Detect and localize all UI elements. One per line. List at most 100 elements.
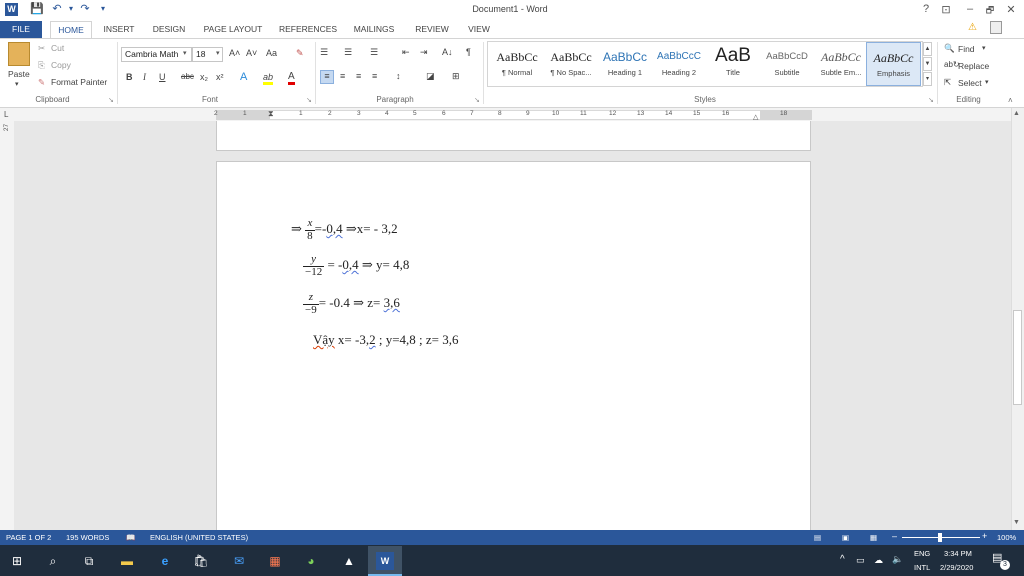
help-button[interactable]: ? (918, 3, 934, 15)
right-indent-icon[interactable]: △ (753, 113, 758, 121)
change-case-button[interactable]: Aa (266, 48, 277, 58)
select-dropdown-icon[interactable]: ▾ (985, 78, 989, 86)
read-mode-icon[interactable]: ▤ (814, 533, 821, 542)
indent-marker-icon[interactable]: ⧗ (268, 109, 274, 119)
undo-dropdown-icon[interactable]: ▾ (64, 2, 78, 16)
app-icon[interactable]: ▦ (266, 552, 284, 570)
web-layout-icon[interactable]: ▦ (870, 533, 877, 542)
italic-button[interactable]: I (143, 72, 146, 82)
tab-file[interactable]: FILE (0, 21, 42, 38)
store-icon[interactable]: 🛍 (192, 552, 210, 570)
center-icon[interactable]: ≡ (340, 71, 345, 81)
bullets-icon[interactable]: ☰ (320, 47, 328, 58)
multilevel-list-icon[interactable]: ☰ (370, 47, 378, 58)
show-formatting-marks-icon[interactable]: ¶ (466, 47, 471, 57)
task-view-icon[interactable]: ⧉ (80, 552, 98, 570)
close-button[interactable]: ✕ (1003, 3, 1019, 16)
font-size-dropdown-icon[interactable]: ▾ (216, 49, 220, 57)
conclusion-line[interactable]: Vậy x= -3,2 ; y=4,8 ; z= 3,6 (313, 332, 459, 348)
style-emphasis[interactable]: AaBbCc Emphasis (866, 42, 921, 86)
align-right-icon[interactable]: ≡ (356, 71, 361, 81)
tab-references[interactable]: REFERENCES (276, 21, 340, 38)
cut-button[interactable]: Cut (51, 43, 64, 53)
equation-line-x[interactable]: ⇒ x 8 =-0,4 ⇒x= - 3,2 (291, 217, 398, 242)
bold-button[interactable]: B (126, 72, 133, 82)
line-spacing-icon[interactable]: ↕ (396, 71, 401, 81)
photos-icon[interactable]: ▲ (340, 552, 358, 570)
superscript-button[interactable]: x² (216, 72, 224, 82)
redo-icon[interactable]: ↷ (78, 2, 92, 16)
document-area[interactable]: ⇒ x 8 =-0,4 ⇒x= - 3,2 y −12 = -0,4 ⇒ y= 4,8… (14, 121, 1011, 530)
word-count[interactable]: 195 WORDS (66, 533, 109, 542)
font-family-combo[interactable]: Cambria Math (121, 47, 192, 62)
ribbon-display-options-button[interactable]: ⊡ (938, 3, 954, 16)
shrink-font-button[interactable]: A˅ (246, 48, 257, 58)
equation-line-y[interactable]: y −12 = -0,4 ⇒ y= 4,8 (303, 253, 409, 278)
file-explorer-icon[interactable]: ▬ (118, 552, 136, 570)
style-title[interactable]: AaB Title (704, 42, 762, 86)
strikethrough-button[interactable]: abc (181, 72, 194, 81)
copy-button[interactable]: Copy (51, 60, 71, 70)
style-heading-2[interactable]: AaBbCcC Heading 2 (650, 42, 708, 86)
clear-formatting-icon[interactable]: ✎ (296, 48, 304, 59)
edge-browser-icon[interactable]: e (156, 552, 174, 570)
tab-insert[interactable]: INSERT (99, 21, 139, 38)
paste-button[interactable]: Paste (8, 69, 30, 79)
sort-icon[interactable]: A↓ (442, 47, 453, 57)
windows-start-icon[interactable]: ⊞ (8, 552, 26, 570)
align-left-icon[interactable]: ≡ (320, 70, 334, 84)
styles-scroll-down-icon[interactable]: ▼ (923, 57, 932, 71)
warning-icon[interactable]: ⚠ (968, 22, 977, 33)
tab-mailings[interactable]: MAILINGS (348, 21, 400, 38)
tab-review[interactable]: REVIEW (410, 21, 454, 38)
page-count[interactable]: PAGE 1 OF 2 (6, 533, 51, 542)
style-normal[interactable]: AaBbCc ¶ Normal (488, 42, 546, 86)
tab-page-layout[interactable]: PAGE LAYOUT (199, 21, 267, 38)
styles-launcher-icon[interactable]: ↘ (928, 96, 934, 104)
clipboard-launcher-icon[interactable]: ↘ (108, 96, 114, 104)
font-family-dropdown-icon[interactable]: ▾ (183, 49, 187, 57)
subscript-button[interactable]: x₂ (200, 72, 208, 82)
find-dropdown-icon[interactable]: ▾ (982, 44, 986, 52)
style-subtitle[interactable]: AaBbCcD Subtitle (758, 42, 816, 86)
tab-view[interactable]: VIEW (462, 21, 496, 38)
input-language[interactable]: ENG (914, 549, 930, 558)
zoom-out-icon[interactable]: – (892, 531, 897, 541)
proofing-icon[interactable]: 📖 (126, 533, 135, 542)
restore-button[interactable]: 🗗 (982, 3, 998, 19)
font-color-icon[interactable]: A (288, 71, 295, 85)
paste-dropdown-icon[interactable]: ▾ (15, 80, 19, 88)
highlight-color-icon[interactable]: ab (263, 72, 274, 85)
grow-font-button[interactable]: A˄ (229, 48, 240, 58)
print-layout-icon[interactable]: ▣ (842, 533, 849, 542)
scrollbar-thumb[interactable] (1013, 310, 1022, 405)
font-launcher-icon[interactable]: ↘ (306, 96, 312, 104)
collapse-ribbon-icon[interactable]: ˄ (1008, 96, 1013, 105)
zoom-in-icon[interactable]: + (982, 531, 987, 541)
decrease-indent-icon[interactable]: ⇤ (402, 47, 410, 58)
cloud-icon[interactable]: ☁ (874, 555, 883, 566)
scroll-down-icon[interactable]: ▼ (1013, 519, 1020, 526)
tab-selector-icon[interactable]: L (4, 110, 8, 119)
show-hidden-icons-icon[interactable]: ^ (840, 554, 845, 565)
clock-date[interactable]: 2/29/2020 (940, 563, 973, 572)
language-indicator[interactable]: ENGLISH (UNITED STATES) (150, 533, 248, 542)
styles-more-icon[interactable]: ▾ (923, 72, 932, 86)
justify-icon[interactable]: ≡ (372, 71, 377, 81)
increase-indent-icon[interactable]: ⇥ (420, 47, 428, 58)
paragraph-launcher-icon[interactable]: ↘ (474, 96, 480, 104)
tab-home[interactable]: HOME (50, 21, 92, 38)
find-button[interactable]: Find (958, 44, 975, 54)
save-icon[interactable]: 💾 (30, 2, 44, 16)
page-2[interactable]: ⇒ x 8 =-0,4 ⇒x= - 3,2 y −12 = -0,4 ⇒ y= 4,8… (216, 161, 811, 530)
equation-line-z[interactable]: z −9 = -0.4 ⇒ z= 3,6 (303, 291, 400, 316)
format-painter-button[interactable]: Format Painter (51, 77, 107, 87)
undo-icon[interactable]: ↶ (50, 2, 64, 16)
tab-design[interactable]: DESIGN (147, 21, 191, 38)
search-icon[interactable]: ⌕ (44, 552, 62, 570)
mail-icon[interactable]: ✉ (230, 552, 248, 570)
app-icon[interactable]: ◕ (302, 552, 320, 570)
network-icon[interactable]: ▭ (856, 555, 865, 566)
minimize-button[interactable]: – (962, 3, 978, 15)
customize-qat-icon[interactable]: ▾ (96, 2, 110, 16)
